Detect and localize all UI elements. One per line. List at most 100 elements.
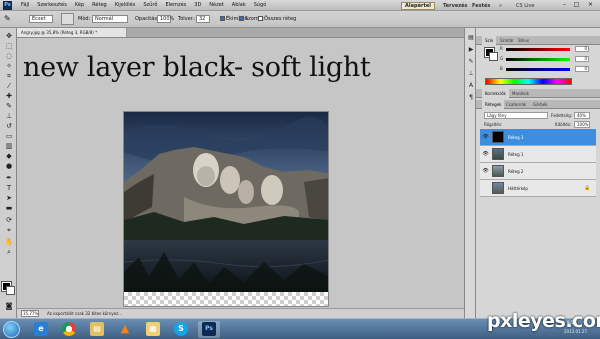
3d-camera-tool-icon[interactable]: ⌖ [4, 226, 14, 234]
quick-mask-icon[interactable]: ◙ [4, 302, 14, 310]
brush-presets-icon[interactable]: ✎ [467, 58, 475, 66]
menu-image[interactable]: Kép [71, 0, 88, 11]
tab-masks[interactable]: Maszkok [509, 89, 532, 98]
blur-tool-icon[interactable]: ◆ [4, 152, 14, 160]
hand-tool-icon[interactable]: ✋ [4, 238, 14, 246]
tab-color[interactable]: Szín [482, 36, 497, 45]
workspace-design-button[interactable]: Tervezés [443, 2, 468, 10]
blend-mode-select[interactable]: Lágy fény [484, 112, 548, 119]
internet-explorer-icon[interactable]: e [30, 321, 52, 338]
minimize-button[interactable]: – [560, 1, 569, 9]
quick-select-tool-icon[interactable]: ✧ [4, 62, 14, 70]
workspace-more-button[interactable]: » [499, 2, 502, 10]
photoshop-taskbar-icon[interactable]: Ps [198, 321, 220, 338]
visibility-eye-icon[interactable]: 👁 [482, 168, 489, 174]
menu-file[interactable]: Fájl [17, 0, 33, 11]
red-slider[interactable]: R 0 [500, 46, 596, 52]
marquee-tool-icon[interactable]: ⬚ [4, 42, 14, 50]
chrome-icon[interactable]: ● [58, 321, 80, 338]
layer-row[interactable]: Háttérkép 🔒 [480, 180, 596, 197]
layer-row[interactable]: 👁 Réteg 2 [480, 163, 596, 180]
start-button[interactable] [3, 321, 20, 338]
mode-select[interactable]: Normál [92, 15, 128, 23]
sample-all-layers-checkbox[interactable]: Összes réteg [258, 15, 296, 23]
menu-select[interactable]: Kijelölés [111, 0, 140, 11]
visibility-eye-icon[interactable]: 👁 [482, 151, 489, 157]
menu-view[interactable]: Nézet [205, 0, 227, 11]
maximize-button[interactable]: □ [572, 1, 581, 9]
clone-stamp-tool-icon[interactable]: ⊥ [4, 112, 14, 120]
visibility-eye-icon[interactable]: 👁 [482, 134, 489, 140]
document-tab[interactable]: Angry.jpg @ 35,8% (Réteg 3, RGB/8) * [17, 28, 127, 37]
fill-input[interactable]: 100% [574, 121, 590, 128]
character-panel-icon[interactable]: A [467, 82, 475, 90]
brush-panel-toggle[interactable] [61, 13, 74, 25]
pen-tool-icon[interactable]: ✒ [4, 174, 14, 182]
close-button[interactable]: × [586, 1, 595, 9]
brush-preset-select[interactable]: Ecset [29, 15, 53, 23]
dodge-tool-icon[interactable]: ● [4, 162, 14, 170]
healing-brush-tool-icon[interactable]: ✚ [4, 92, 14, 100]
visibility-eye-icon[interactable] [482, 185, 489, 191]
lasso-tool-icon[interactable]: ◌ [4, 52, 14, 60]
menu-filter[interactable]: Szűrő [139, 0, 161, 11]
clock-date[interactable]: 2013.01.27. [564, 329, 588, 334]
menu-window[interactable]: Ablak [228, 0, 250, 11]
blue-value[interactable]: 0 [575, 66, 589, 72]
background-color-swatch[interactable] [6, 286, 15, 295]
crop-tool-icon[interactable]: ⌗ [4, 72, 14, 80]
color-spectrum-bar[interactable] [485, 78, 572, 85]
menu-3d[interactable]: 3D [190, 0, 205, 11]
zoom-tool-icon[interactable]: ⌕ [4, 248, 14, 256]
cs-live-button[interactable]: CS Live [516, 2, 534, 10]
tab-styles[interactable]: Stílus [515, 36, 532, 45]
layer-opacity-input[interactable]: 40% [574, 112, 590, 119]
canvas-area[interactable]: new layer black- soft light [17, 38, 464, 308]
eyedropper-tool-icon[interactable]: ⁄ [4, 82, 14, 90]
document-tab-bar: Angry.jpg @ 35,8% (Réteg 3, RGB/8) * [17, 28, 464, 38]
layer-row[interactable]: 👁 Réteg 3 [480, 129, 596, 146]
actions-panel-icon[interactable]: ▶ [467, 46, 475, 54]
type-tool-icon[interactable]: T [4, 184, 14, 192]
green-value[interactable]: 0 [575, 56, 589, 62]
eraser-tool-icon[interactable]: ▭ [4, 132, 14, 140]
menu-analysis[interactable]: Elemzés [161, 0, 190, 11]
layer-row[interactable]: 👁 Réteg 1 [480, 146, 596, 163]
tab-swatches[interactable]: Színtár [497, 36, 517, 45]
green-slider[interactable]: G 0 [500, 56, 596, 62]
zoom-level-field[interactable]: 35,77% [21, 310, 39, 317]
menu-edit[interactable]: Szerkesztés [33, 0, 71, 11]
file-explorer-icon[interactable]: ▤ [86, 321, 108, 338]
3d-rotate-tool-icon[interactable]: ⟳ [4, 216, 14, 224]
tab-paths[interactable]: Görbék [530, 100, 551, 109]
flow-input[interactable]: 32 [196, 15, 210, 23]
blue-slider[interactable]: B 0 [500, 66, 596, 72]
tab-layers[interactable]: Rétegek [482, 100, 505, 109]
brush-tool-icon[interactable]: ✎ [4, 15, 11, 23]
workspace-painting-button[interactable]: Festés [472, 2, 490, 10]
skype-icon[interactable]: S [170, 321, 192, 338]
vlc-icon[interactable]: ▲ [114, 321, 136, 338]
path-select-tool-icon[interactable]: ➤ [4, 194, 14, 202]
workspace-essentials-button[interactable]: Alapértel [401, 2, 435, 10]
history-panel-icon[interactable]: ▤ [467, 34, 475, 42]
image-canvas[interactable] [123, 111, 329, 307]
tab-channels[interactable]: Csatornák [503, 100, 529, 109]
layer-opacity-label: Fedettség: [551, 113, 573, 118]
red-value[interactable]: 0 [575, 46, 589, 52]
history-brush-tool-icon[interactable]: ↺ [4, 122, 14, 130]
menu-help[interactable]: Súgó [250, 0, 271, 11]
move-tool-icon[interactable]: ✥ [4, 32, 14, 40]
tab-adjustments[interactable]: Korrekciók [482, 89, 509, 98]
brush-tool-icon[interactable]: ✎ [4, 102, 14, 110]
shape-tool-icon[interactable]: ▬ [4, 204, 14, 212]
gradient-tool-icon[interactable]: ▥ [4, 142, 14, 150]
folders-icon[interactable]: ▦ [142, 321, 164, 338]
layer-name: Háttérkép [508, 186, 528, 191]
panel-background-swatch[interactable] [489, 52, 498, 61]
menu-layer[interactable]: Réteg [88, 0, 111, 11]
clock-time[interactable]: 9:53 [567, 320, 576, 325]
opacity-input[interactable]: 100% [157, 15, 174, 23]
clone-source-icon[interactable]: ⊥ [467, 70, 475, 78]
paragraph-panel-icon[interactable]: ¶ [467, 94, 475, 102]
